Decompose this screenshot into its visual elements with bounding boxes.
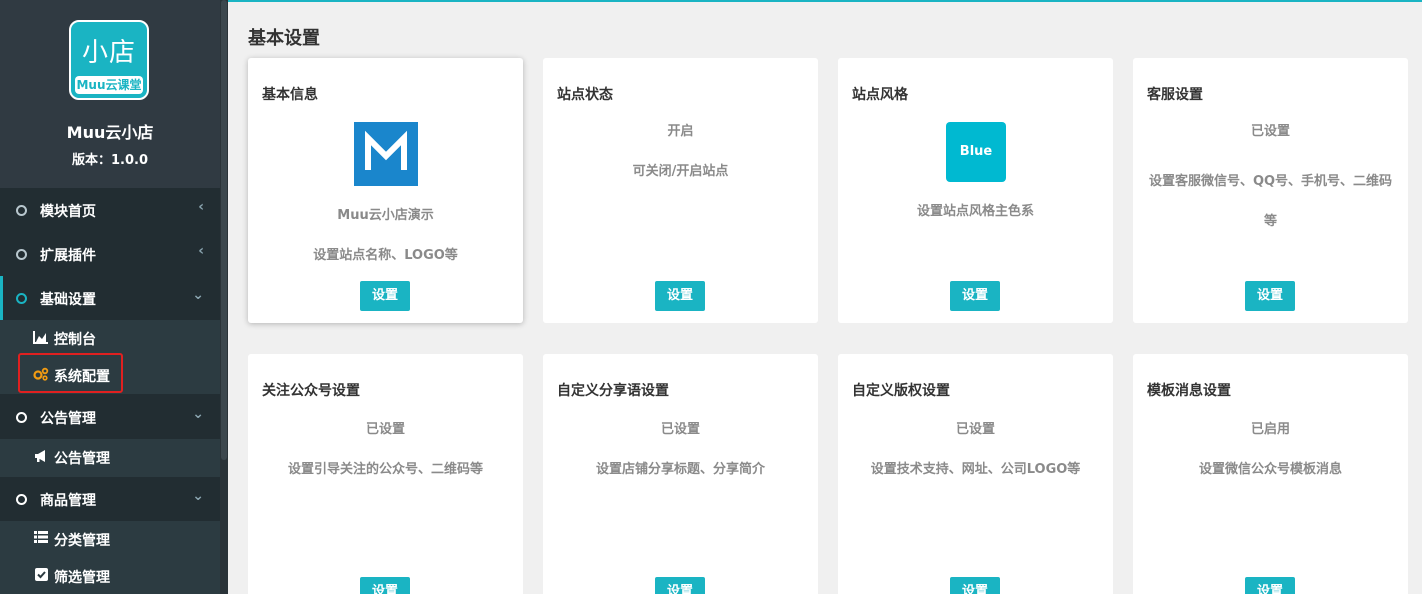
- card-line-primary: 已设置: [365, 422, 405, 437]
- logo-main-text: 小店: [81, 38, 136, 68]
- page-title: 基本设置: [248, 28, 320, 49]
- chevron-left-icon: ‹: [198, 243, 204, 259]
- sidebar-subitem-label: 分类管理: [54, 533, 110, 549]
- sidebar-item-label: 扩展插件: [40, 248, 96, 264]
- theme-color-swatch: Blue: [946, 122, 1006, 182]
- sidebar-item-extensions[interactable]: 扩展插件 ‹: [0, 232, 220, 276]
- sidebar-item-announcements[interactable]: 公告管理 ⌄: [0, 395, 220, 439]
- sidebar-subitem-filters[interactable]: 筛选管理: [0, 558, 220, 594]
- sidebar-item-label: 模块首页: [40, 204, 96, 220]
- settings-button[interactable]: 设置: [655, 281, 705, 311]
- main-content: 基本设置 基本信息 Muu云小店演示 设置站点名称、LOGO等 设置 站点状态 …: [228, 0, 1422, 594]
- card-basic-info: 基本信息 Muu云小店演示 设置站点名称、LOGO等 设置: [248, 58, 523, 323]
- circle-icon: [16, 249, 27, 260]
- settings-button[interactable]: 设置: [360, 577, 410, 594]
- sidebar-scroll-thumb[interactable]: [221, 0, 227, 460]
- sidebar-item-products[interactable]: 商品管理 ⌄: [0, 477, 220, 521]
- sidebar-item-label: 基础设置: [40, 292, 96, 308]
- card-line-primary: 已设置: [660, 422, 700, 437]
- chevron-down-icon: ⌄: [192, 287, 204, 303]
- card-line-secondary: 设置技术支持、网址、公司LOGO等: [870, 462, 1081, 477]
- settings-button[interactable]: 设置: [1245, 281, 1295, 311]
- card-title: 自定义版权设置: [852, 383, 950, 399]
- settings-button[interactable]: 设置: [360, 281, 410, 311]
- settings-button[interactable]: 设置: [1245, 577, 1295, 594]
- sidebar-item-module-home[interactable]: 模块首页 ‹: [0, 188, 220, 232]
- card-title: 自定义分享语设置: [557, 383, 669, 399]
- chevron-down-icon: ⌄: [192, 406, 204, 422]
- card-title: 关注公众号设置: [262, 383, 360, 399]
- card-line-primary: 开启: [667, 124, 694, 139]
- settings-button[interactable]: 设置: [655, 577, 705, 594]
- card-title: 客服设置: [1147, 87, 1203, 103]
- sidebar-subitem-dashboard[interactable]: 控制台: [0, 320, 220, 357]
- check-square-icon: [33, 568, 49, 584]
- sidebar-subitem-label: 筛选管理: [54, 570, 110, 586]
- sidebar-subitem-announcement-manage[interactable]: 公告管理: [0, 439, 220, 476]
- card-custom-share-text: 自定义分享语设置 已设置 设置店铺分享标题、分享简介 设置: [543, 354, 818, 594]
- app-version: 版本：1.0.0: [71, 153, 148, 168]
- card-line-secondary: 设置客服微信号、QQ号、手机号、二维码等: [1148, 174, 1393, 229]
- sidebar-subitem-label: 公告管理: [54, 451, 110, 467]
- area-chart-icon: [33, 330, 49, 346]
- card-line-primary: 已设置: [955, 422, 995, 437]
- chevron-left-icon: ‹: [198, 199, 204, 215]
- card-title: 模板消息设置: [1147, 383, 1231, 399]
- circle-icon: [16, 205, 27, 216]
- card-template-message: 模板消息设置 已启用 设置微信公众号模板消息 设置: [1133, 354, 1408, 594]
- circle-icon: [16, 293, 27, 304]
- card-customer-service: 客服设置 已设置 设置客服微信号、QQ号、手机号、二维码等 设置: [1133, 58, 1408, 323]
- submenu-products: 分类管理 筛选管理: [0, 521, 220, 594]
- settings-button[interactable]: 设置: [950, 281, 1000, 311]
- submenu-announcements: 公告管理: [0, 439, 220, 477]
- card-line-secondary: 设置站点名称、LOGO等: [313, 248, 458, 263]
- site-logo-image: [354, 122, 418, 186]
- circle-icon: [16, 494, 27, 505]
- bullhorn-icon: [33, 449, 49, 465]
- sidebar-item-label: 公告管理: [40, 411, 96, 427]
- selection-highlight: [18, 353, 123, 393]
- card-line-secondary: 设置引导关注的公众号、二维码等: [287, 462, 483, 477]
- card-title: 站点风格: [852, 87, 908, 103]
- circle-icon: [16, 412, 27, 423]
- sidebar-item-basic-settings[interactable]: 基础设置 ⌄: [0, 276, 220, 320]
- chevron-down-icon: ⌄: [192, 488, 204, 504]
- card-site-status: 站点状态 开启 可关闭/开启站点 设置: [543, 58, 818, 323]
- card-line-primary: Muu云小店演示: [337, 208, 434, 223]
- card-line-primary: 已启用: [1250, 422, 1290, 437]
- card-title: 站点状态: [557, 87, 613, 103]
- card-line-primary: 已设置: [1250, 124, 1290, 139]
- sidebar: 小店 Muu云课堂 Muu云小店 版本：1.0.0 模块首页 ‹ 扩展插件 ‹ …: [0, 0, 228, 594]
- sidebar-subitem-categories[interactable]: 分类管理: [0, 521, 220, 558]
- card-line-secondary: 设置微信公众号模板消息: [1198, 462, 1342, 477]
- card-line-secondary: 可关闭/开启站点: [632, 164, 729, 179]
- card-custom-copyright: 自定义版权设置 已设置 设置技术支持、网址、公司LOGO等 设置: [838, 354, 1113, 594]
- card-follow-official-account: 关注公众号设置 已设置 设置引导关注的公众号、二维码等 设置: [248, 354, 523, 594]
- sidebar-subitem-label: 控制台: [54, 332, 96, 348]
- card-line-primary: 设置站点风格主色系: [916, 204, 1034, 219]
- list-icon: [33, 531, 49, 547]
- card-title: 基本信息: [262, 87, 318, 103]
- logo-sub-text: Muu云课堂: [75, 76, 143, 94]
- card-site-style: 站点风格 Blue 设置站点风格主色系 设置: [838, 58, 1113, 323]
- sidebar-item-label: 商品管理: [40, 493, 96, 509]
- card-line-secondary: 设置店铺分享标题、分享简介: [595, 462, 765, 477]
- app-logo[interactable]: 小店 Muu云课堂: [69, 20, 149, 100]
- settings-button[interactable]: 设置: [950, 577, 1000, 594]
- app-name: Muu云小店: [66, 123, 154, 142]
